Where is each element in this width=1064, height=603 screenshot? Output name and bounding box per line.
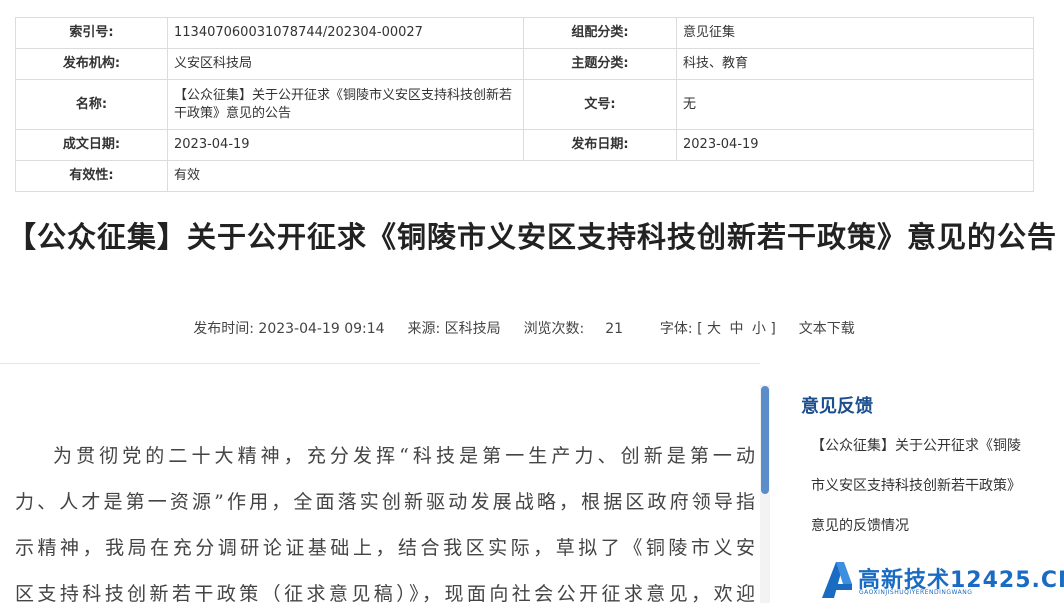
validity-value: 有效 bbox=[167, 160, 1034, 192]
watermark-logo-icon bbox=[822, 562, 852, 598]
source-value: 区科技局 bbox=[444, 321, 501, 337]
created-value: 2023-04-19 bbox=[167, 129, 524, 161]
article-scrollbar-thumb[interactable] bbox=[761, 386, 769, 494]
page-title: 【公众征集】关于公开征求《铜陵市义安区支持科技创新若干政策》意见的公告 bbox=[6, 220, 1057, 254]
text-download-link[interactable]: 文本下载 bbox=[799, 318, 855, 338]
views-count: 21 bbox=[605, 321, 624, 337]
meta-row-validity: 有效性: 有效 bbox=[15, 160, 1034, 192]
meta-row-publisher: 发布机构: 义安区科技局 主题分类: 科技、教育 bbox=[15, 48, 1034, 80]
published-value: 2023-04-19 bbox=[676, 129, 1034, 161]
watermark-subtext: GAOXINJISHUQIYERENDINGWANG bbox=[859, 589, 973, 596]
name-value: 【公众征集】关于公开征求《铜陵市义安区支持科技创新若干政策》意见的公告 bbox=[167, 79, 524, 130]
feedback-section-title: 意见反馈 bbox=[801, 396, 873, 417]
topic-value: 科技、教育 bbox=[676, 48, 1034, 80]
font-medium-button[interactable]: 中 bbox=[729, 318, 743, 338]
content-divider bbox=[0, 363, 760, 364]
name-label: 名称: bbox=[15, 79, 168, 130]
publisher-value: 义安区科技局 bbox=[167, 48, 524, 80]
article-body: 为贯彻党的二十大精神，充分发挥“科技是第一生产力、创新是第一动力、人才是第一资源… bbox=[15, 445, 758, 603]
source-label: 来源: bbox=[407, 321, 441, 337]
font-bracket-open: [ bbox=[697, 321, 703, 337]
topic-label: 主题分类: bbox=[523, 48, 677, 80]
meta-row-dates: 成文日期: 2023-04-19 发布日期: 2023-04-19 bbox=[15, 129, 1034, 161]
article-info-bar: 发布时间: 2023-04-19 09:14 来源: 区科技局 浏览次数: 21… bbox=[0, 318, 1048, 338]
created-label: 成文日期: bbox=[15, 129, 168, 161]
publisher-label: 发布机构: bbox=[15, 48, 168, 80]
docno-label: 文号: bbox=[523, 79, 677, 130]
index-value: 113407060031078744/202304-00027 bbox=[167, 17, 524, 49]
validity-label: 有效性: bbox=[15, 160, 168, 192]
font-small-button[interactable]: 小 bbox=[752, 318, 766, 338]
publish-time-value: 2023-04-19 09:14 bbox=[258, 321, 385, 337]
font-size-label: 字体: bbox=[659, 321, 693, 337]
index-label: 索引号: bbox=[15, 17, 168, 49]
feedback-result-link[interactable]: 【公众征集】关于公开征求《铜陵市义安区支持科技创新若干政策》意见的反馈情况 bbox=[811, 426, 1026, 546]
docno-value: 无 bbox=[676, 79, 1034, 130]
document-meta-table: 索引号: 113407060031078744/202304-00027 组配分… bbox=[15, 17, 1034, 192]
font-large-button[interactable]: 大 bbox=[707, 318, 721, 338]
category-label: 组配分类: bbox=[523, 17, 677, 49]
views-label: 浏览次数: bbox=[523, 321, 585, 337]
published-label: 发布日期: bbox=[523, 129, 677, 161]
meta-row-index: 索引号: 113407060031078744/202304-00027 组配分… bbox=[15, 17, 1034, 49]
font-bracket-close: ] bbox=[770, 321, 776, 337]
publish-time-label: 发布时间: bbox=[193, 321, 254, 337]
category-value: 意见征集 bbox=[676, 17, 1034, 49]
site-watermark: 高新技术12425.CN GAOXINJISHUQIYERENDINGWANG bbox=[816, 556, 1064, 603]
meta-row-name: 名称: 【公众征集】关于公开征求《铜陵市义安区支持科技创新若干政策》意见的公告 … bbox=[15, 79, 1034, 130]
